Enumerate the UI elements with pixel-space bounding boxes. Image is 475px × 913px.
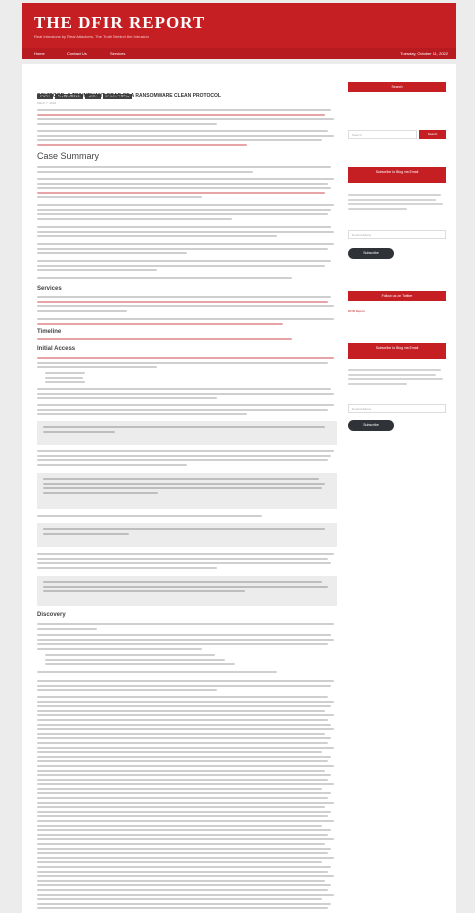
command-list <box>45 654 235 668</box>
site-title[interactable]: THE DFIR REPORT <box>34 13 205 33</box>
search-widget-title: Search <box>348 82 446 92</box>
discovery-paragraph <box>37 696 337 912</box>
summary-paragraph <box>37 204 337 222</box>
search-widget: Search <box>348 82 446 92</box>
initial-access-paragraph <box>37 404 337 418</box>
code-block <box>37 576 337 606</box>
discovery-paragraph <box>37 623 337 632</box>
post-title: SQUIDOOR: A TRIUMPHANT GRAB OF A RANSOMW… <box>37 93 221 99</box>
heading-timeline: Timeline <box>37 329 62 335</box>
subscribe-description <box>348 194 446 212</box>
nav-date: Tuesday, October 11, 2022 <box>400 51 448 56</box>
code-block <box>37 421 337 445</box>
site-tagline: Real Intrusions by Real Attackers, The T… <box>34 34 149 39</box>
subscribe-widget: Subscribe to Blog via Email <box>348 343 446 359</box>
page-content: ICEDID RANSOMWARE CONTI COBALT STRIKE SQUID… <box>22 64 456 913</box>
subscribe-button[interactable]: Subscribe <box>348 248 394 259</box>
intro-paragraph <box>37 130 337 148</box>
nav-item-services[interactable]: Services <box>110 51 125 56</box>
discovery-paragraph <box>37 634 337 652</box>
summary-paragraph <box>37 243 337 257</box>
heading-case-summary: Case Summary <box>37 151 100 161</box>
code-block <box>37 523 337 547</box>
nav-item-home[interactable]: Home <box>34 51 45 56</box>
article: ICEDID RANSOMWARE CONTI COBALT STRIKE SQUID… <box>37 64 337 913</box>
subscribe-widget-title: Subscribe to Blog via Email <box>348 343 446 359</box>
email-field[interactable]: Email Address <box>348 404 446 413</box>
discovery-paragraph <box>37 680 337 694</box>
timeline-paragraph <box>37 338 337 343</box>
initial-access-paragraph <box>37 388 337 402</box>
subscribe-button[interactable]: Subscribe <box>348 420 394 431</box>
file-list <box>45 372 85 386</box>
heading-discovery: Discovery <box>37 612 66 618</box>
initial-access-paragraph <box>37 553 337 571</box>
nav-item-contact[interactable]: Contact Us <box>67 51 87 56</box>
twitter-link[interactable]: DFIR Report <box>348 309 365 313</box>
code-block <box>37 473 337 509</box>
intro-paragraph <box>37 109 337 127</box>
summary-paragraph <box>37 226 337 240</box>
initial-access-paragraph <box>37 515 337 520</box>
services-paragraph <box>37 318 337 327</box>
summary-paragraph <box>37 178 337 201</box>
summary-paragraph <box>37 260 337 274</box>
discovery-paragraph <box>37 671 337 676</box>
summary-paragraph <box>37 277 337 282</box>
search-button[interactable]: Search <box>419 130 446 139</box>
initial-access-paragraph <box>37 357 337 371</box>
services-paragraph <box>37 296 337 314</box>
post-meta: March 7, 2022 <box>37 101 57 105</box>
email-field[interactable]: Email Address <box>348 230 446 239</box>
heading-initial-access: Initial Access <box>37 346 76 352</box>
search-form: Search Search <box>348 130 446 139</box>
subscribe-widget: Subscribe to Blog via Email <box>348 167 446 183</box>
summary-paragraph <box>37 166 337 175</box>
search-input[interactable]: Search <box>348 130 417 139</box>
post-tags: ICEDID RANSOMWARE CONTI COBALT STRIKE <box>37 84 134 99</box>
subscribe-description <box>348 369 446 387</box>
follow-widget: Follow us on Twitter <box>348 291 446 301</box>
main-nav: Home Contact Us Services Tuesday, Octobe… <box>22 48 456 59</box>
initial-access-paragraph <box>37 450 337 468</box>
subscribe-widget-title: Subscribe to Blog via Email <box>348 167 446 183</box>
follow-widget-title: Follow us on Twitter <box>348 291 446 301</box>
heading-services: Services <box>37 286 62 292</box>
